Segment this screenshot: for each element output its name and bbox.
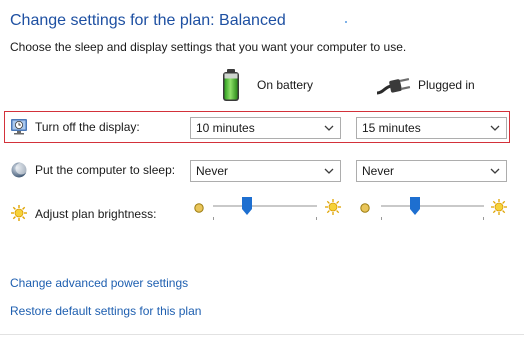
- slider-tick: [213, 217, 214, 220]
- page-subtitle: Choose the sleep and display settings th…: [10, 40, 407, 54]
- slider-tick: [483, 217, 484, 220]
- brightness-on-battery-slider[interactable]: [213, 197, 317, 223]
- dim-sun-icon: [193, 201, 205, 213]
- display-plugged-in-select[interactable]: 15 minutes: [356, 117, 507, 139]
- dim-sun-icon: [359, 201, 371, 213]
- restore-default-settings-link[interactable]: Restore default settings for this plan: [10, 304, 201, 318]
- slider-track: [213, 205, 317, 207]
- slider-track: [381, 205, 484, 207]
- sleep-on-battery-select[interactable]: Never: [190, 160, 341, 182]
- sleep-plugged-in-value: Never: [362, 164, 395, 178]
- slider-thumb[interactable]: [410, 197, 420, 215]
- on-battery-header: On battery: [257, 78, 314, 92]
- brightness-plugged-in-slider[interactable]: [381, 197, 484, 223]
- sleep-plugged-in-select[interactable]: Never: [356, 160, 507, 182]
- display-plugged-in-value: 15 minutes: [362, 121, 421, 135]
- sun-icon: [10, 204, 28, 222]
- decorative-dot: [345, 21, 347, 23]
- slider-tick: [381, 217, 382, 220]
- bottom-divider: [0, 334, 524, 335]
- brightness-row-label: Adjust plan brightness:: [35, 207, 157, 221]
- slider-thumb[interactable]: [242, 197, 252, 215]
- change-advanced-power-settings-link[interactable]: Change advanced power settings: [10, 276, 188, 290]
- plugged-in-header: Plugged in: [418, 78, 475, 92]
- bright-sun-icon: [490, 198, 508, 216]
- display-row-label: Turn off the display:: [35, 120, 140, 134]
- bright-sun-icon: [324, 198, 342, 216]
- chevron-down-icon: [324, 168, 334, 174]
- page-title: Change settings for the plan: Balanced: [10, 12, 286, 29]
- display-on-battery-value: 10 minutes: [196, 121, 255, 135]
- power-plug-icon: [375, 73, 411, 97]
- display-clock-icon: [10, 117, 28, 135]
- slider-tick: [316, 217, 317, 220]
- sleep-row-label: Put the computer to sleep:: [35, 163, 176, 177]
- sleep-on-battery-value: Never: [196, 164, 229, 178]
- battery-icon: [220, 68, 242, 102]
- moon-icon: [10, 161, 28, 179]
- chevron-down-icon: [490, 168, 500, 174]
- display-on-battery-select[interactable]: 10 minutes: [190, 117, 341, 139]
- chevron-down-icon: [490, 125, 500, 131]
- chevron-down-icon: [324, 125, 334, 131]
